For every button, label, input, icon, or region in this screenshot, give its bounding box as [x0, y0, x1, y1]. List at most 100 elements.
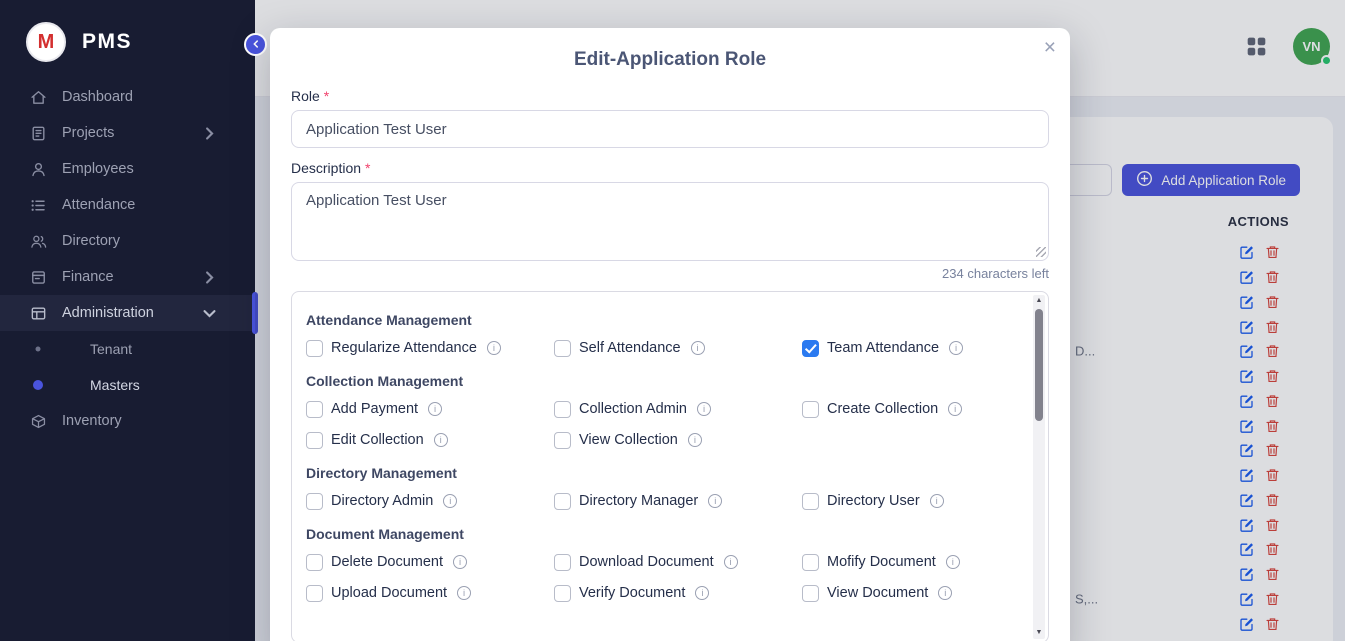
sidebar-subitem-label: Tenant: [90, 341, 132, 357]
permission-regularize-attendance[interactable]: Regularize Attendance: [306, 339, 554, 357]
permission-label: Directory Admin: [331, 493, 433, 509]
permission-view-collection[interactable]: View Collection: [554, 431, 802, 449]
permission-group-title: Attendance Management: [306, 312, 1014, 328]
description-input[interactable]: Application Test User: [291, 182, 1049, 261]
sidebar-item-projects[interactable]: Projects: [0, 115, 255, 151]
info-icon: [695, 586, 709, 600]
permission-directory-admin[interactable]: Directory Admin: [306, 492, 554, 510]
scroll-thumb[interactable]: [1035, 309, 1043, 421]
info-icon: [688, 433, 702, 447]
checkbox[interactable]: [802, 493, 819, 510]
checkbox[interactable]: [802, 585, 819, 602]
permission-create-collection[interactable]: Create Collection: [802, 400, 1014, 418]
info-icon: [930, 494, 944, 508]
permission-label: Mofify Document: [827, 554, 936, 570]
attendance-icon: [30, 197, 47, 214]
info-icon: [708, 494, 722, 508]
projects-icon: [30, 125, 47, 142]
checkbox[interactable]: [306, 493, 323, 510]
screen: M PMS Dashboard Projects Employees Attendan…: [0, 0, 1345, 641]
permission-label: Team Attendance: [827, 340, 939, 356]
sidebar-item-label: Projects: [62, 125, 114, 141]
sidebar-collapse-button[interactable]: [244, 33, 267, 56]
sidebar-item-inventory[interactable]: Inventory: [0, 403, 255, 439]
sidebar-item-label: Finance: [62, 269, 114, 285]
permission-label: Add Payment: [331, 401, 418, 417]
permission-label: Directory Manager: [579, 493, 698, 509]
sidebar-subitem-tenant[interactable]: Tenant: [0, 331, 255, 367]
permission-label: Edit Collection: [331, 432, 424, 448]
checkbox[interactable]: [554, 585, 571, 602]
permission-label: Directory User: [827, 493, 920, 509]
permission-verify-document[interactable]: Verify Document: [554, 584, 802, 602]
checkbox[interactable]: [554, 401, 571, 418]
permission-delete-document[interactable]: Delete Document: [306, 553, 554, 571]
checkbox[interactable]: [554, 340, 571, 357]
checkbox[interactable]: [306, 432, 323, 449]
chevron-right-icon: [201, 125, 218, 142]
checkbox[interactable]: [554, 554, 571, 571]
checkbox[interactable]: [306, 340, 323, 357]
close-icon[interactable]: ×: [1044, 37, 1056, 58]
permission-label: Download Document: [579, 554, 714, 570]
info-icon: [457, 586, 471, 600]
permission-collection-admin[interactable]: Collection Admin: [554, 400, 802, 418]
permission-upload-document[interactable]: Upload Document: [306, 584, 554, 602]
sidebar-item-finance[interactable]: Finance: [0, 259, 255, 295]
app-name: PMS: [82, 30, 132, 54]
permission-view-document[interactable]: View Document: [802, 584, 1014, 602]
directory-icon: [30, 233, 47, 250]
sidebar-subitem-masters[interactable]: Masters: [0, 367, 255, 403]
sidebar-item-employees[interactable]: Employees: [0, 151, 255, 187]
checkbox[interactable]: [306, 401, 323, 418]
permission-label: Delete Document: [331, 554, 443, 570]
checkbox[interactable]: [554, 493, 571, 510]
checkbox[interactable]: [306, 554, 323, 571]
sidebar-item-attendance[interactable]: Attendance: [0, 187, 255, 223]
chevron-right-icon: [201, 269, 218, 286]
logo-m-icon: M: [26, 22, 66, 62]
permission-mofify-document[interactable]: Mofify Document: [802, 553, 1014, 571]
employees-icon: [30, 161, 47, 178]
chevron-left-icon: [251, 37, 261, 52]
modal-title: Edit-Application Role: [270, 46, 1070, 73]
permission-self-attendance[interactable]: Self Attendance: [554, 339, 802, 357]
info-icon: [949, 341, 963, 355]
home-icon: [30, 89, 47, 106]
checkbox[interactable]: [802, 554, 819, 571]
scrollbar[interactable]: ▲ ▼: [1033, 295, 1045, 639]
scroll-up-arrow-icon[interactable]: ▲: [1033, 295, 1045, 307]
sidebar-item-directory[interactable]: Directory: [0, 223, 255, 259]
permission-download-document[interactable]: Download Document: [554, 553, 802, 571]
role-input[interactable]: [291, 110, 1049, 148]
role-label: Role*: [291, 88, 1049, 104]
required-marker: *: [365, 160, 370, 176]
permission-label: View Document: [827, 585, 928, 601]
finance-icon: [30, 269, 47, 286]
sidebar-item-label: Directory: [62, 233, 120, 249]
sidebar-item-label: Attendance: [62, 197, 135, 213]
checkbox-checked[interactable]: [802, 340, 819, 357]
permission-group-title: Document Management: [306, 526, 1014, 542]
inventory-icon: [30, 413, 47, 430]
permission-team-attendance[interactable]: Team Attendance: [802, 339, 1014, 357]
permission-group-title: Directory Management: [306, 465, 1014, 481]
checkbox[interactable]: [802, 401, 819, 418]
permission-label: Regularize Attendance: [331, 340, 477, 356]
permission-group: Attendance Management Regularize Attendan…: [306, 312, 1014, 357]
info-icon: [453, 555, 467, 569]
info-icon: [691, 341, 705, 355]
scroll-down-arrow-icon[interactable]: ▼: [1033, 627, 1045, 639]
sidebar-item-label: Employees: [62, 161, 134, 177]
info-icon: [428, 402, 442, 416]
permission-label: Upload Document: [331, 585, 447, 601]
checkbox[interactable]: [306, 585, 323, 602]
permission-add-payment[interactable]: Add Payment: [306, 400, 554, 418]
checkbox[interactable]: [554, 432, 571, 449]
sidebar-item-dashboard[interactable]: Dashboard: [0, 79, 255, 115]
permission-directory-manager[interactable]: Directory Manager: [554, 492, 802, 510]
sidebar-item-administration[interactable]: Administration: [0, 295, 255, 331]
info-icon: [948, 402, 962, 416]
permission-edit-collection[interactable]: Edit Collection: [306, 431, 554, 449]
permission-directory-user[interactable]: Directory User: [802, 492, 1014, 510]
